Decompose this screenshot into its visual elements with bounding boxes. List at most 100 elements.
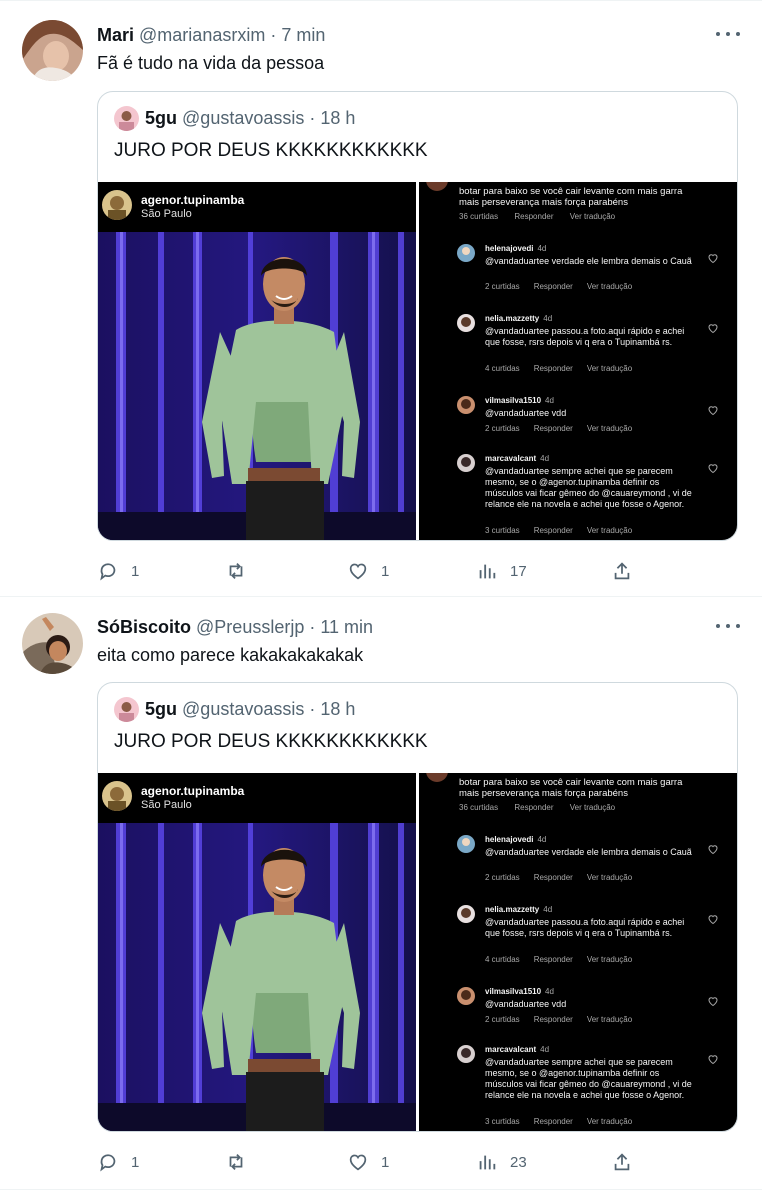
more-icon[interactable] [716, 615, 740, 637]
person-photo [98, 823, 416, 1131]
comment-meta: 3 curtidas Responder Ver tradução [485, 526, 633, 535]
media-comments[interactable]: botar para baixo se você cair levante co… [419, 773, 737, 1131]
heart-icon[interactable] [707, 843, 719, 855]
comment-item: nelia.mazzetty 4d @vandaduartee passou.a … [457, 905, 737, 965]
ig-location: São Paulo [141, 799, 192, 811]
tweet-time[interactable]: · 7 min [270, 25, 325, 45]
ig-username: agenor.tupinamba [141, 193, 245, 207]
views-count: 23 [510, 1153, 527, 1171]
top-comment-reply: Responder [514, 212, 554, 221]
quoted-tweet[interactable]: 5gu @gustavoassis · 18 h JURO POR DEUS K… [97, 91, 738, 541]
media-comments[interactable]: botar para baixo se você cair levante co… [419, 182, 737, 540]
quote-time: · 18 h [309, 699, 356, 719]
reply-button[interactable]: 1 [97, 559, 139, 583]
reply-icon [100, 563, 116, 581]
top-comment-text: botar para baixo se você cair levante co… [459, 777, 683, 799]
comment-meta: 4 curtidas Responder Ver tradução [485, 955, 633, 964]
ig-avatar [102, 781, 132, 811]
comment-meta: 4 curtidas Responder Ver tradução [485, 364, 633, 373]
like-button[interactable]: 1 [347, 1150, 389, 1174]
commenter-avatar [457, 314, 475, 332]
ig-post-header: agenor.tupinamba São Paulo [98, 182, 416, 232]
comment-item: helenajovedi 4d @vandaduartee verdade ele… [457, 244, 737, 294]
person-photo [98, 232, 416, 540]
more-icon[interactable] [716, 23, 740, 45]
media-grid: agenor.tupinamba São Paulo botar para ba… [98, 773, 737, 1131]
comment-item: vilmasilva1510 4d @vandaduartee vdd 2 cur… [457, 987, 737, 1027]
top-comment-meta: 36 curtidas Responder Ver tradução [459, 803, 629, 812]
share-icon [614, 1153, 630, 1171]
heart-icon[interactable] [707, 462, 719, 474]
tweet-time[interactable]: · 11 min [309, 617, 373, 637]
tweet[interactable]: SóBiscoito @Preusslerjp · 11 min eita co… [0, 597, 762, 1190]
tweet-header: SóBiscoito @Preusslerjp · 11 min [97, 616, 373, 638]
tweet-actions: 1 1 23 [97, 1150, 637, 1174]
avatar[interactable] [22, 20, 83, 81]
quoted-tweet[interactable]: 5gu @gustavoassis · 18 h JURO POR DEUS K… [97, 682, 738, 1132]
top-commenter-avatar [426, 773, 448, 782]
heart-icon[interactable] [707, 1053, 719, 1065]
comment-meta: 2 curtidas Responder Ver tradução [485, 873, 633, 882]
author-handle[interactable]: @Preusslerjp [196, 617, 304, 637]
commenter-name: vilmasilva1510 4d [485, 987, 554, 996]
retweet-button[interactable] [225, 1150, 259, 1174]
retweet-button[interactable] [225, 559, 259, 583]
comment-meta: 2 curtidas Responder Ver tradução [485, 1015, 633, 1024]
reply-icon [100, 1154, 116, 1172]
views-button[interactable]: 17 [476, 559, 527, 583]
comment-item: marcavalcant 4d @vandaduartee sempre ache… [457, 454, 737, 540]
media-photo[interactable]: agenor.tupinamba São Paulo [98, 182, 416, 540]
heart-icon[interactable] [707, 995, 719, 1007]
heart-icon[interactable] [707, 322, 719, 334]
media-photo[interactable]: agenor.tupinamba São Paulo [98, 773, 416, 1131]
retweet-icon [229, 563, 243, 579]
comment-text: @vandaduartee vdd [485, 408, 567, 418]
quote-author-name: 5gu [145, 699, 178, 719]
tweet[interactable]: Mari @marianasrxim · 7 min Fã é tudo na … [0, 0, 762, 597]
commenter-avatar [457, 244, 475, 262]
ig-avatar [102, 190, 132, 220]
commenter-avatar [457, 835, 475, 853]
share-icon [614, 562, 630, 580]
commenter-avatar [457, 905, 475, 923]
top-comment-meta: 36 curtidas Responder Ver tradução [459, 212, 629, 221]
commenter-avatar [457, 987, 475, 1005]
like-button[interactable]: 1 [347, 559, 389, 583]
tweet-text: Fã é tudo na vida da pessoa [97, 53, 325, 73]
commenter-name: marcavalcant 4d [485, 1045, 550, 1054]
heart-icon[interactable] [707, 252, 719, 264]
quote-header: 5gu @gustavoassis · 18 h [114, 106, 355, 131]
quote-author-handle: @gustavoassis [182, 699, 305, 719]
author-name[interactable]: Mari [97, 25, 134, 45]
tweet-text: eita como parece kakakakakakak [97, 645, 364, 665]
views-icon [479, 564, 496, 579]
author-handle[interactable]: @marianasrxim [139, 25, 265, 45]
quote-author-handle: @gustavoassis [182, 108, 305, 128]
commenter-name: nelia.mazzetty 4d [485, 905, 553, 914]
author-name[interactable]: SóBiscoito [97, 617, 191, 637]
share-button[interactable] [611, 1150, 633, 1174]
like-count: 1 [381, 562, 390, 580]
quote-text: JURO POR DEUS KKKKKKKKKKKK [114, 731, 428, 752]
ig-username: agenor.tupinamba [141, 784, 245, 798]
ig-location: São Paulo [141, 208, 192, 220]
like-count: 1 [381, 1153, 390, 1171]
views-button[interactable]: 23 [476, 1150, 527, 1174]
comment-meta: 2 curtidas Responder Ver tradução [485, 282, 633, 291]
commenter-name: helenajovedi 4d [485, 835, 547, 844]
heart-icon[interactable] [707, 913, 719, 925]
comment-item: marcavalcant 4d @vandaduartee sempre ache… [457, 1045, 737, 1131]
heart-icon[interactable] [707, 404, 719, 416]
commenter-name: nelia.mazzetty 4d [485, 314, 553, 323]
comment-meta: 3 curtidas Responder Ver tradução [485, 1117, 633, 1126]
top-comment-text: botar para baixo se você cair levante co… [459, 186, 683, 208]
top-comment-translate: Ver tradução [569, 212, 616, 221]
avatar[interactable] [22, 613, 83, 674]
tweet-actions: 1 1 17 [97, 559, 637, 583]
reply-button[interactable]: 1 [97, 1150, 139, 1174]
tweet-header: Mari @marianasrxim · 7 min [97, 24, 325, 46]
commenter-name: marcavalcant 4d [485, 454, 550, 463]
reply-count: 1 [131, 562, 140, 580]
share-button[interactable] [611, 559, 633, 583]
commenter-avatar [457, 396, 475, 414]
